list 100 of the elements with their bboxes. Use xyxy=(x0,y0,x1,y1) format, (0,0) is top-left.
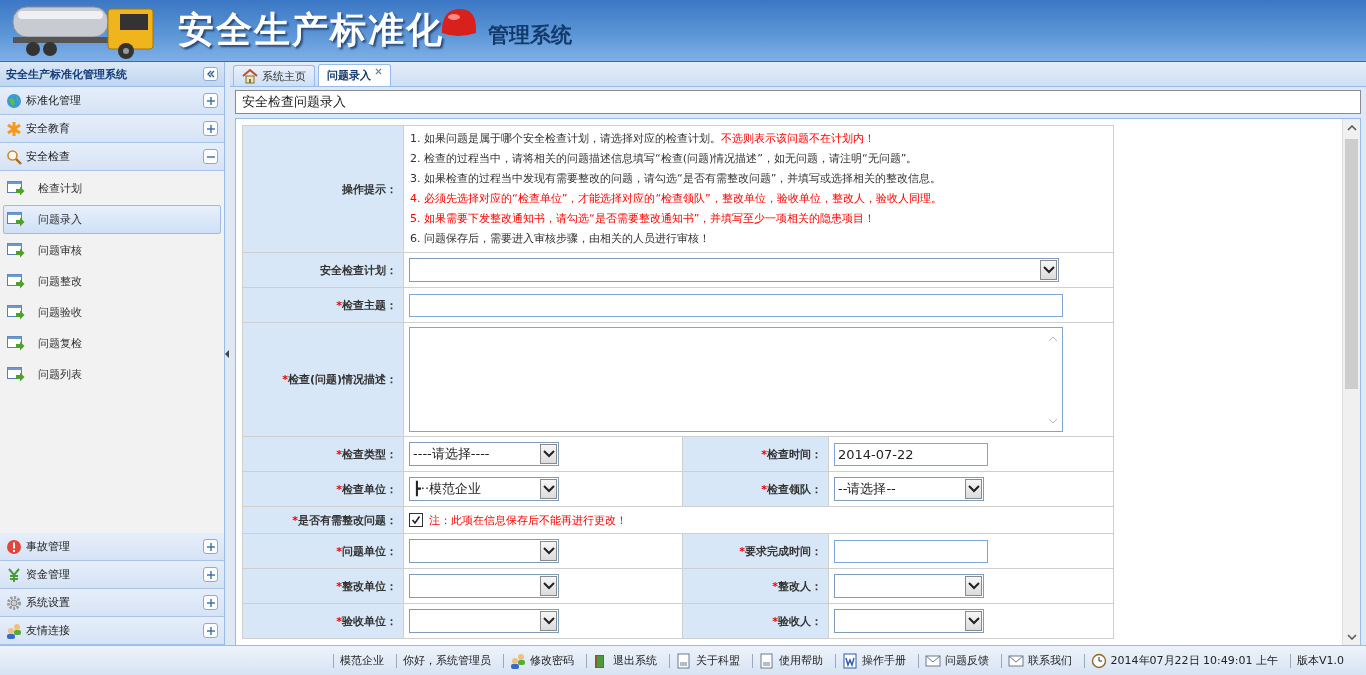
tip-text: 5. 如果需要下发整改通知书，请勾选“是否需要整改通知书”，并填写至少一项相关的隐患项目！ xyxy=(410,211,877,227)
globe-icon xyxy=(6,92,22,109)
envelope-icon[interactable] xyxy=(924,652,941,669)
document-icon[interactable] xyxy=(758,652,775,669)
select-field[interactable] xyxy=(834,574,984,598)
banner-subtitle: 管理系统 xyxy=(488,20,572,49)
field-label: *整改人： xyxy=(772,579,822,593)
sidebar-item[interactable]: 问题整改 xyxy=(3,267,221,296)
sidebar-item[interactable]: 问题审核 xyxy=(3,236,221,265)
sidebar-item[interactable]: 问题验收 xyxy=(3,298,221,327)
input-field[interactable] xyxy=(409,293,1063,317)
sidebar-item[interactable]: 问题录入 xyxy=(3,205,221,234)
select-field[interactable]: ┣··模范企业 xyxy=(409,477,559,501)
tip-text: 2. 检查的过程当中，请将相关的问题描述信息填写“检查(问题)情况描述”，如无问题，请注明“无问题”。 xyxy=(410,151,919,167)
double-chevron-icon xyxy=(205,69,216,79)
select-field[interactable] xyxy=(409,609,559,633)
banner-title: 安全生产标准化 xyxy=(178,8,444,52)
sidebar-item[interactable]: 检查计划 xyxy=(3,174,221,203)
window-arrow-icon xyxy=(7,273,25,290)
sidebar-item[interactable]: 问题复检 xyxy=(3,329,221,358)
field-label: *整改单位： xyxy=(336,579,397,593)
tip-text: 3. 如果检查的过程当中发现有需要整改的问题，请勾选“是否有需整改问题”，并填写或选择相关的整改信息。 xyxy=(410,171,943,187)
status-text: 模范企业 xyxy=(338,653,385,668)
input-field[interactable]: 2014-07-22 xyxy=(834,442,988,466)
scrollbar[interactable] xyxy=(1342,119,1360,645)
plus-icon[interactable] xyxy=(203,567,218,582)
plus-icon[interactable] xyxy=(203,121,218,136)
field-label: *验收人： xyxy=(772,614,822,628)
page-title: 安全检查问题录入 xyxy=(235,90,1361,114)
sidebar-group-header[interactable]: 标准化管理 xyxy=(0,87,224,115)
envelope-icon[interactable] xyxy=(1007,652,1024,669)
input-field[interactable] xyxy=(834,539,988,563)
window-arrow-icon xyxy=(7,180,25,197)
field-label: *检查(问题)情况描述： xyxy=(282,373,397,386)
users-icon[interactable] xyxy=(509,652,526,669)
status-link[interactable]: 退出系统 xyxy=(612,653,657,668)
field-label: *检查领队： xyxy=(761,482,822,496)
sidebar-group-header[interactable]: 事故管理 xyxy=(0,533,224,561)
field-label: 操作提示： xyxy=(242,125,404,253)
collapse-button[interactable] xyxy=(203,67,218,81)
alert-icon xyxy=(6,538,22,555)
select-field[interactable]: --请选择-- xyxy=(834,477,984,501)
users-icon xyxy=(6,622,22,639)
status-link[interactable]: 问题反馈 xyxy=(944,653,989,668)
field-label: *要求完成时间： xyxy=(739,544,822,558)
field-label: *检查时间： xyxy=(761,447,822,461)
plus-icon[interactable] xyxy=(203,539,218,554)
field-label: *检查类型： xyxy=(336,447,397,461)
status-link[interactable]: 操作手册 xyxy=(861,653,906,668)
plus-icon[interactable] xyxy=(203,93,218,108)
select-field[interactable] xyxy=(409,539,559,563)
search-icon xyxy=(6,148,22,165)
tab[interactable]: 问题录入 xyxy=(318,64,391,86)
tip-text: 6. 问题保存后，需要进入审核步骤，由相关的人员进行审核！ xyxy=(410,231,711,247)
window-arrow-icon xyxy=(7,304,25,321)
status-text: 版本V1.0 xyxy=(1295,653,1345,668)
yen-icon xyxy=(6,566,22,583)
house-icon xyxy=(242,68,258,84)
select-field[interactable] xyxy=(834,609,984,633)
scroll-down-icon[interactable] xyxy=(1346,633,1357,640)
sidebar-group-header[interactable]: 资金管理 xyxy=(0,561,224,589)
select-field[interactable] xyxy=(409,574,559,598)
tab[interactable]: 系统主页 xyxy=(233,65,315,86)
sidebar-group-header[interactable]: 安全教育 xyxy=(0,115,224,143)
field-label: *验收单位： xyxy=(336,614,397,628)
close-icon[interactable] xyxy=(375,68,382,75)
sidebar-item[interactable]: 问题列表 xyxy=(3,360,221,389)
tip-text: 1. 如果问题是属于哪个安全检查计划，请选择对应的检查计划。不选则表示该问题不在计划内！ xyxy=(410,131,876,147)
plus-icon[interactable] xyxy=(203,623,218,638)
field-label: *检查主题： xyxy=(336,298,397,312)
select-field[interactable] xyxy=(409,258,1059,282)
status-text: 你好，系统管理员 xyxy=(401,653,492,668)
window-arrow-icon xyxy=(7,211,25,228)
field-label: *是否有需整改问题： xyxy=(292,513,397,527)
gear-icon xyxy=(6,594,22,611)
status-link[interactable]: 修改密码 xyxy=(529,653,574,668)
select-field[interactable]: ----请选择---- xyxy=(409,442,559,466)
scroll-up-icon[interactable] xyxy=(1346,124,1357,131)
status-link[interactable]: 联系我们 xyxy=(1027,653,1072,668)
splitter-handle[interactable] xyxy=(225,62,230,645)
plus-icon[interactable] xyxy=(203,595,218,610)
sidebar-group-header[interactable]: 系统设置 xyxy=(0,589,224,617)
checkbox[interactable] xyxy=(409,513,423,527)
field-label: *问题单位： xyxy=(336,544,397,558)
field-label: 安全检查计划： xyxy=(320,263,397,277)
textarea-field[interactable] xyxy=(409,327,1063,432)
document-icon[interactable] xyxy=(675,652,692,669)
word-document-icon[interactable] xyxy=(841,652,858,669)
status-link[interactable]: 使用帮助 xyxy=(778,653,823,668)
field-label: *检查单位： xyxy=(336,482,397,496)
window-arrow-icon xyxy=(7,242,25,259)
clock-icon xyxy=(1090,652,1107,669)
sidebar-group-header[interactable]: 安全检查 xyxy=(0,143,224,171)
minus-icon[interactable] xyxy=(203,149,218,164)
sidebar-title: 安全生产标准化管理系统 xyxy=(6,66,127,82)
date-time: 2014年07月22日 10:49:01 上午 xyxy=(1110,653,1278,668)
tip-text: 4. 必须先选择对应的“检查单位”，才能选择对应的“检查领队”，整改单位，验收单位，整改人，验收人同理。 xyxy=(410,191,943,207)
status-link[interactable]: 关于科盟 xyxy=(695,653,740,668)
sidebar-group-header[interactable]: 友情连接 xyxy=(0,617,224,645)
scroll-arrows-icon xyxy=(1048,335,1058,425)
